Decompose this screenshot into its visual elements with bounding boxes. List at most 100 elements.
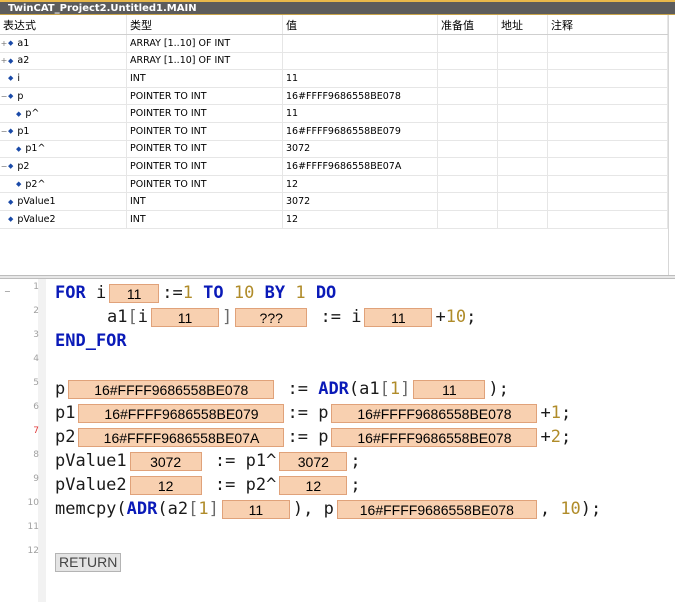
watch-address <box>498 158 548 175</box>
watch-row-p-deref[interactable]: ◆ p^ POINTER TO INT 11 <box>0 105 668 123</box>
online-value-box[interactable]: 16#FFFF9686558BE079 <box>78 403 285 423</box>
code-number: 1 <box>389 379 401 399</box>
watch-row-p2-deref[interactable]: ◆ p2^ POINTER TO INT 12 <box>0 175 668 194</box>
line-number: 8 <box>33 450 39 460</box>
watch-row-a2[interactable]: + ◆ a2 ARRAY [1..10] OF INT <box>0 52 668 71</box>
watch-prepared-value[interactable] <box>438 123 498 140</box>
return-marker[interactable]: RETURN <box>55 553 122 572</box>
watch-prepared-value[interactable] <box>438 175 498 193</box>
online-value-box[interactable]: 3072 <box>279 451 348 471</box>
watch-prepared-value[interactable] <box>438 70 498 87</box>
watch-type: POINTER TO INT <box>127 123 283 140</box>
code-identifier: i <box>137 307 148 327</box>
col-prepared-value-header[interactable]: 准备值 <box>438 15 498 34</box>
col-address-header[interactable]: 地址 <box>498 15 548 34</box>
watch-address <box>498 140 548 158</box>
keyword-for: FOR <box>55 283 86 303</box>
online-value-box[interactable]: ??? <box>235 307 308 327</box>
online-value-box[interactable]: 12 <box>279 475 348 495</box>
collapse-toggle-icon[interactable]: − <box>0 92 8 101</box>
watch-prepared-value[interactable] <box>438 87 498 105</box>
online-value-box[interactable]: 11 <box>109 283 160 303</box>
watch-row-pvalue1[interactable]: ◆ pValue1 INT 3072 <box>0 193 668 211</box>
watch-row-a1[interactable]: + ◆ a1 ARRAY [1..10] OF INT <box>0 35 668 53</box>
online-value-box[interactable]: 11 <box>413 379 486 399</box>
online-value-box[interactable]: 12 <box>129 475 202 495</box>
online-value-box[interactable]: 11 <box>221 499 290 519</box>
editor-title-tab[interactable]: TwinCAT_Project2.Untitled1.MAIN <box>0 0 675 15</box>
col-expression-header[interactable]: 表达式 <box>0 15 127 34</box>
watch-expression: p2^ <box>25 178 46 190</box>
watch-prepared-value[interactable] <box>438 193 498 210</box>
collapse-toggle-icon[interactable]: − <box>0 127 8 136</box>
line-number: 11 <box>27 522 39 532</box>
code-identifier: (a1 <box>348 379 380 399</box>
col-type-header[interactable]: 类型 <box>127 15 283 34</box>
online-value-box[interactable]: 11 <box>150 307 219 327</box>
watch-prepared-value[interactable] <box>438 158 498 175</box>
code-operator: := <box>204 451 246 471</box>
code-editor[interactable]: − 1 2 3 4 5 6 7 8 9 10 11 12 FOR i 11:= 1 … <box>0 279 675 602</box>
watch-prepared-value[interactable] <box>438 52 498 70</box>
code-line-10: memcpy(ADR (a2[1] 11), p 16#FFFF9686558BE07… <box>55 497 601 521</box>
code-operator: + <box>435 307 446 327</box>
watch-comment <box>548 52 668 70</box>
expand-toggle-icon[interactable]: + <box>0 56 8 65</box>
variable-icon: ◆ <box>8 56 14 65</box>
watch-comment <box>548 211 668 228</box>
code-identifier: p2 <box>55 427 76 447</box>
online-value-box[interactable]: 16#FFFF9686558BE078 <box>68 379 275 399</box>
watch-address <box>498 70 548 87</box>
code-operator: := <box>204 475 246 495</box>
code-operator: := <box>310 307 352 327</box>
fold-collapse-icon[interactable]: − <box>4 287 11 296</box>
watch-prepared-value[interactable] <box>438 211 498 228</box>
watch-address <box>498 193 548 210</box>
function-adr: ADR <box>126 499 158 519</box>
online-value-box[interactable]: 16#FFFF9686558BE078 <box>331 427 538 447</box>
online-value-box[interactable]: 16#FFFF9686558BE07A <box>78 427 285 447</box>
line-number: 4 <box>33 354 39 364</box>
watch-row-p1[interactable]: − ◆ p1 POINTER TO INT 16#FFFF9686558BE079 <box>0 123 668 141</box>
code-operator: := <box>162 283 183 303</box>
watch-prepared-value[interactable] <box>438 35 498 52</box>
line-number: 9 <box>33 474 39 484</box>
watch-value: 3072 <box>283 193 438 210</box>
watch-row-p2[interactable]: − ◆ p2 POINTER TO INT 16#FFFF9686558BE07A <box>0 158 668 176</box>
code-operator: := <box>287 403 319 423</box>
watch-type: INT <box>127 211 283 228</box>
code-operator: + <box>540 403 551 423</box>
watch-comment <box>548 193 668 210</box>
watch-prepared-value[interactable] <box>438 105 498 122</box>
code-identifier: p <box>318 427 329 447</box>
code-bracket: ] <box>208 499 219 519</box>
code-operator: ), <box>292 499 324 519</box>
watch-row-pvalue2[interactable]: ◆ pValue2 INT 12 <box>0 211 668 229</box>
watch-row-p[interactable]: − ◆ p POINTER TO INT 16#FFFF9686558BE078 <box>0 87 668 106</box>
online-value-box[interactable]: 16#FFFF9686558BE078 <box>336 499 537 519</box>
function-adr: ADR <box>318 379 349 399</box>
watch-value: 12 <box>283 175 438 193</box>
code-number: 1 <box>285 283 306 303</box>
watch-type: ARRAY [1..10] OF INT <box>127 52 283 70</box>
online-value-box[interactable]: 16#FFFF9686558BE078 <box>331 403 538 423</box>
watch-expression: i <box>17 72 21 84</box>
online-value-box[interactable]: 3072 <box>129 451 202 471</box>
code-identifier: p <box>318 403 329 423</box>
keyword-to: TO <box>192 283 224 303</box>
code-bracket: ] <box>400 379 411 399</box>
watch-prepared-value[interactable] <box>438 140 498 158</box>
col-comment-header[interactable]: 注释 <box>548 15 668 34</box>
watch-type: INT <box>127 70 283 87</box>
watch-row-p1-deref[interactable]: ◆ p1^ POINTER TO INT 3072 <box>0 140 668 159</box>
watch-address <box>498 52 548 70</box>
collapse-toggle-icon[interactable]: − <box>0 162 8 171</box>
code-line-9: pValue2 12 := p2^ 12; <box>55 473 361 497</box>
watch-expression: a1 <box>17 37 30 49</box>
watch-row-i[interactable]: ◆ i INT 11 <box>0 70 668 88</box>
online-value-box[interactable]: 11 <box>364 307 433 327</box>
watch-type: POINTER TO INT <box>127 87 283 105</box>
expand-toggle-icon[interactable]: + <box>0 39 8 48</box>
col-value-header[interactable]: 值 <box>283 15 438 34</box>
watch-comment <box>548 175 668 193</box>
